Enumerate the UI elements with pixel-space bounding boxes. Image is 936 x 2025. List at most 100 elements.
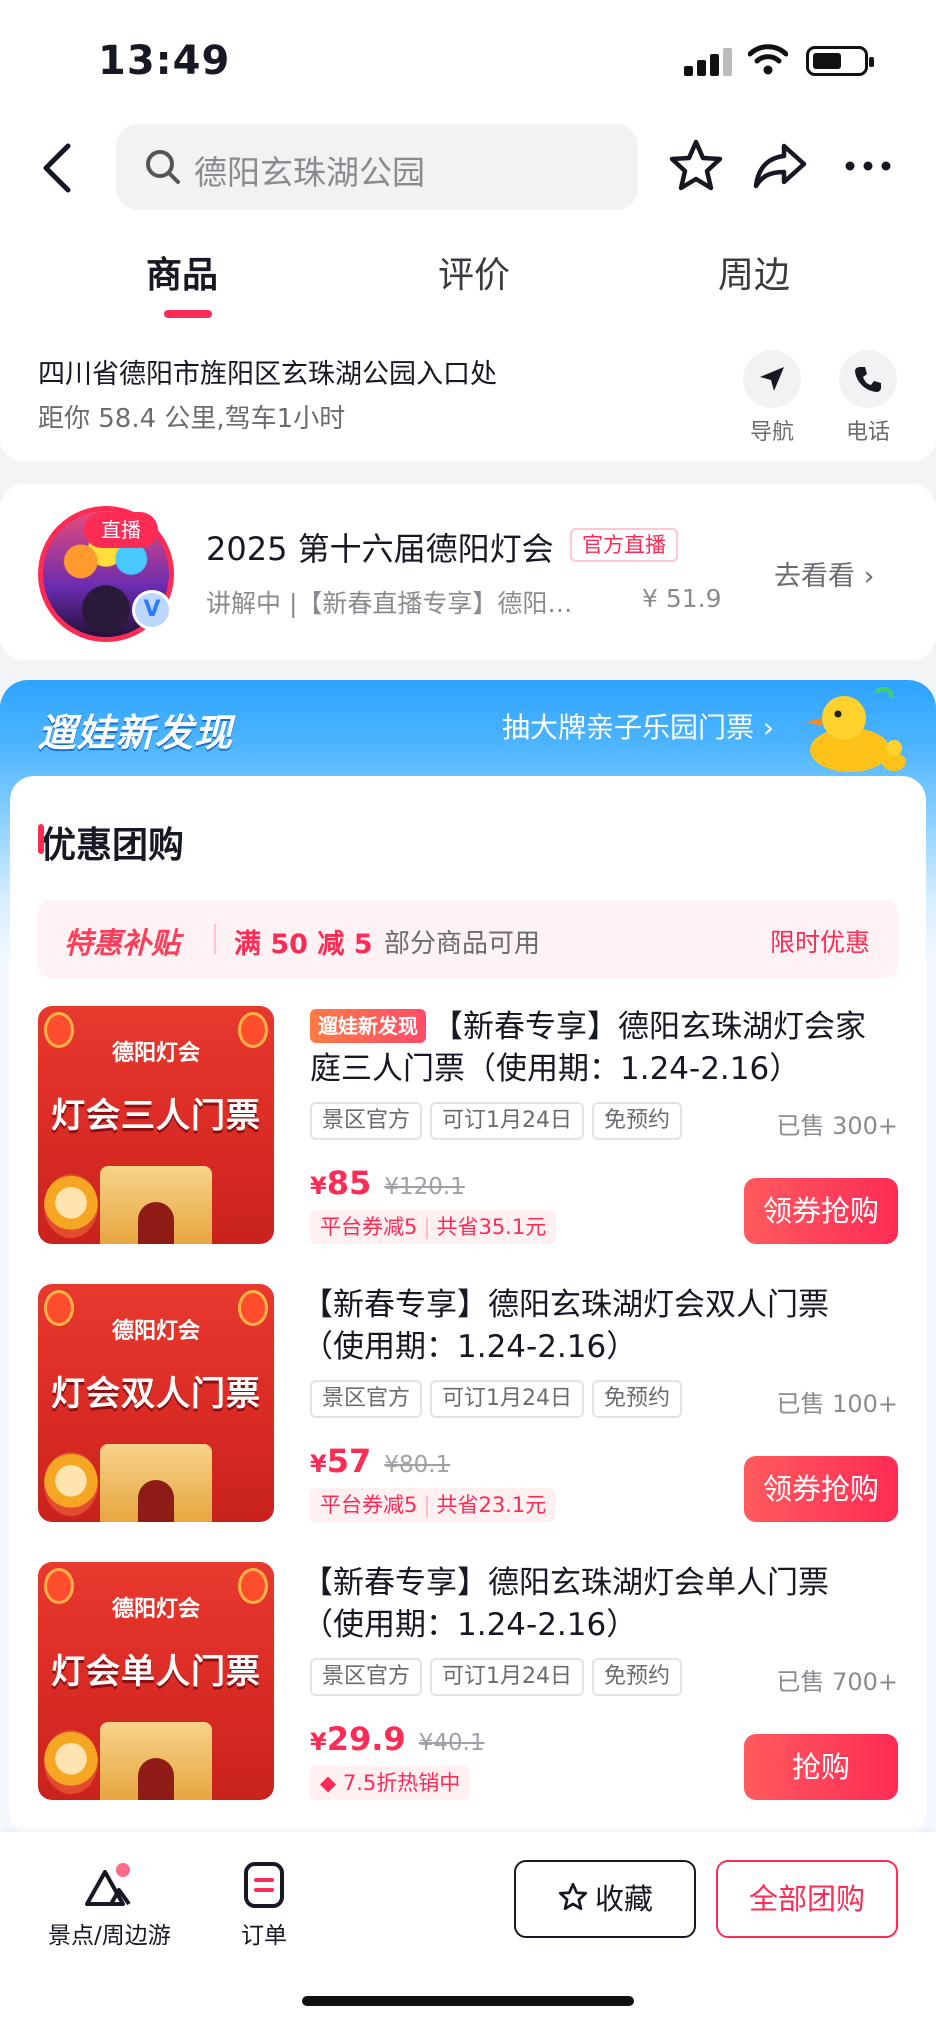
- address-card: 四川省德阳市旌阳区玄珠湖公园入口处 距你 58.4 公里,驾车1小时 导航 电话: [0, 330, 936, 462]
- thumb-title: 灯会三人门票: [51, 1096, 261, 1136]
- promo-brand: 遛娃新发现: [38, 711, 234, 755]
- product-title: 【新春专享】德阳玄珠湖灯会单人门票（使用期：1.24-2.16）: [302, 1565, 829, 1643]
- nav-orders-label: 订单: [241, 1923, 287, 1949]
- subsidy-deal: 满 50 减 5: [234, 929, 373, 960]
- more-icon[interactable]: [840, 136, 900, 196]
- sold-count: 已售 100+: [776, 1390, 898, 1418]
- chevron-right-icon: ›: [762, 711, 775, 744]
- product-chips: 景区官方 可订1月24日 免预约: [310, 1380, 683, 1418]
- lantern-icon: [44, 1568, 74, 1604]
- current-price: ¥29.9: [310, 1720, 406, 1758]
- product-title: 遛娃新发现 【新春专享】德阳玄珠湖灯会家庭三人门票（使用期：1.24-2.16）: [310, 1009, 866, 1087]
- search-bar[interactable]: 德阳玄珠湖公园: [116, 124, 638, 210]
- distance-text: 距你 58.4 公里,驾车1小时: [38, 404, 346, 434]
- tag-icon: ◆: [320, 1771, 337, 1795]
- thumb-logo: 德阳灯会: [111, 1597, 200, 1622]
- navigate-icon: [760, 367, 784, 391]
- signal-icon: [684, 46, 732, 76]
- chip-official: 景区官方: [310, 1380, 423, 1418]
- new-discovery-tag: 遛娃新发现: [310, 1009, 426, 1043]
- current-price: ¥57: [310, 1442, 372, 1480]
- status-bar: 13:49: [0, 0, 936, 110]
- product-item[interactable]: 德阳灯会 灯会双人门票 【新春专享】德阳玄珠湖灯会双人门票（使用期：1.24-2…: [38, 1284, 898, 1534]
- chip-no-reservation: 免预约: [592, 1658, 683, 1696]
- lantern-icon: [44, 1290, 74, 1326]
- search-icon: [146, 150, 180, 184]
- nav-attractions[interactable]: 景点/周边游: [48, 1860, 171, 1950]
- chip-no-reservation: 免预约: [592, 1102, 683, 1140]
- discount-perk: ◆ 7.5折热销中: [310, 1766, 471, 1800]
- verified-icon: V: [132, 590, 172, 630]
- search-text: 德阳玄珠湖公园: [194, 153, 425, 192]
- duck-icon: [806, 687, 906, 772]
- gate-graphic: [100, 1166, 212, 1244]
- tab-bar: 商品 评价 周边: [0, 238, 936, 330]
- product-item[interactable]: 德阳灯会 灯会单人门票 【新春专享】德阳玄珠湖灯会单人门票（使用期：1.24-2…: [38, 1562, 898, 1812]
- chevron-right-icon: ›: [863, 561, 875, 592]
- back-icon[interactable]: [36, 140, 80, 196]
- chip-no-reservation: 免预约: [592, 1380, 683, 1418]
- product-thumbnail[interactable]: 德阳灯会 灯会三人门票: [38, 1006, 274, 1244]
- live-card[interactable]: 2025 第十六届德阳灯会 官方直播 讲解中 |【新春直播专享】德阳… ¥ 51…: [0, 484, 936, 660]
- lantern-icon: [238, 1290, 268, 1326]
- tab-underline: [164, 310, 212, 318]
- coupon-perks: 平台券减5 | 共省23.1元: [310, 1488, 557, 1522]
- live-title: 2025 第十六届德阳灯会: [206, 530, 554, 568]
- lantern-icon: [238, 1568, 268, 1604]
- perk-coupon: 平台券减5: [320, 1215, 418, 1239]
- nav-orders[interactable]: 订单: [236, 1860, 292, 1950]
- star-icon: [558, 1882, 588, 1911]
- subsidy-bar[interactable]: 特惠补贴 满 50 减 5 部分商品可用 限时优惠: [38, 900, 898, 978]
- navigate-button[interactable]: 导航: [742, 350, 802, 446]
- subsidy-label: 特惠补贴: [64, 926, 181, 960]
- chip-official: 景区官方: [310, 1102, 423, 1140]
- star-icon[interactable]: [666, 136, 726, 196]
- claim-buy-button[interactable]: 领券抢购: [744, 1178, 898, 1244]
- claim-buy-button[interactable]: 领券抢购: [744, 1456, 898, 1522]
- chip-date: 可订1月24日: [430, 1658, 585, 1696]
- perk-coupon: 平台券减5: [320, 1493, 418, 1517]
- favorite-label: 收藏: [594, 1882, 653, 1916]
- lantern-icon: [44, 1012, 74, 1048]
- promo-link[interactable]: 抽大牌亲子乐园门票 ›: [502, 706, 774, 746]
- thumb-logo: 德阳灯会: [111, 1041, 200, 1066]
- chip-date: 可订1月24日: [430, 1102, 585, 1140]
- product-chips: 景区官方 可订1月24日 免预约: [310, 1658, 683, 1696]
- subsidy-limit: 限时优惠: [769, 928, 870, 957]
- product-chips: 景区官方 可订1月24日 免预约: [310, 1102, 683, 1140]
- header: 德阳玄珠湖公园 商品 评价 周边: [0, 110, 936, 330]
- phone-button[interactable]: 电话: [838, 350, 898, 446]
- perk-saving: 共省35.1元: [436, 1215, 547, 1239]
- product-title: 【新春专享】德阳玄珠湖灯会双人门票（使用期：1.24-2.16）: [302, 1287, 829, 1365]
- sold-count: 已售 300+: [776, 1112, 898, 1140]
- live-badge: 直播: [84, 512, 158, 548]
- go-watch-label: 去看看: [774, 561, 855, 592]
- favorite-button[interactable]: 收藏: [514, 1860, 696, 1938]
- subsidy-divider: [214, 924, 216, 954]
- original-price: ¥40.1: [418, 1730, 485, 1756]
- chip-date: 可订1月24日: [430, 1380, 585, 1418]
- product-thumbnail[interactable]: 德阳灯会 灯会单人门票: [38, 1562, 274, 1800]
- price-row: ¥29.9 ¥40.1: [310, 1720, 485, 1758]
- phone-label: 电话: [845, 420, 890, 445]
- order-icon: [244, 1862, 284, 1908]
- wifi-icon: [748, 44, 788, 75]
- group-title: 优惠团购: [37, 816, 184, 868]
- buy-button[interactable]: 抢购: [744, 1734, 898, 1800]
- navigate-label: 导航: [749, 420, 794, 445]
- thumb-title: 灯会双人门票: [51, 1374, 261, 1414]
- official-live-badge: 官方直播: [570, 528, 678, 562]
- tab-products[interactable]: 商品: [146, 246, 218, 298]
- tab-reviews[interactable]: 评价: [438, 246, 510, 298]
- share-icon[interactable]: [750, 136, 810, 196]
- tab-nearby[interactable]: 周边: [718, 246, 790, 298]
- subsidy-note: 部分商品可用: [384, 929, 541, 959]
- all-group-buy-button[interactable]: 全部团购: [716, 1860, 898, 1938]
- perk-discount: 7.5折热销中: [342, 1771, 461, 1795]
- gate-graphic: [100, 1444, 212, 1522]
- go-watch-link[interactable]: 去看看 ›: [774, 554, 874, 593]
- group-buy-card: 优惠团购 特惠补贴 满 50 减 5 部分商品可用 限时优惠 德阳灯会 灯会三人…: [10, 776, 926, 1836]
- product-thumbnail[interactable]: 德阳灯会 灯会双人门票: [38, 1284, 274, 1522]
- bottom-bar: 景点/周边游 订单 收藏 全部团购: [0, 1832, 936, 2025]
- product-item[interactable]: 德阳灯会 灯会三人门票 遛娃新发现 【新春专享】德阳玄珠湖灯会家庭三人门票（使用期…: [38, 1006, 898, 1256]
